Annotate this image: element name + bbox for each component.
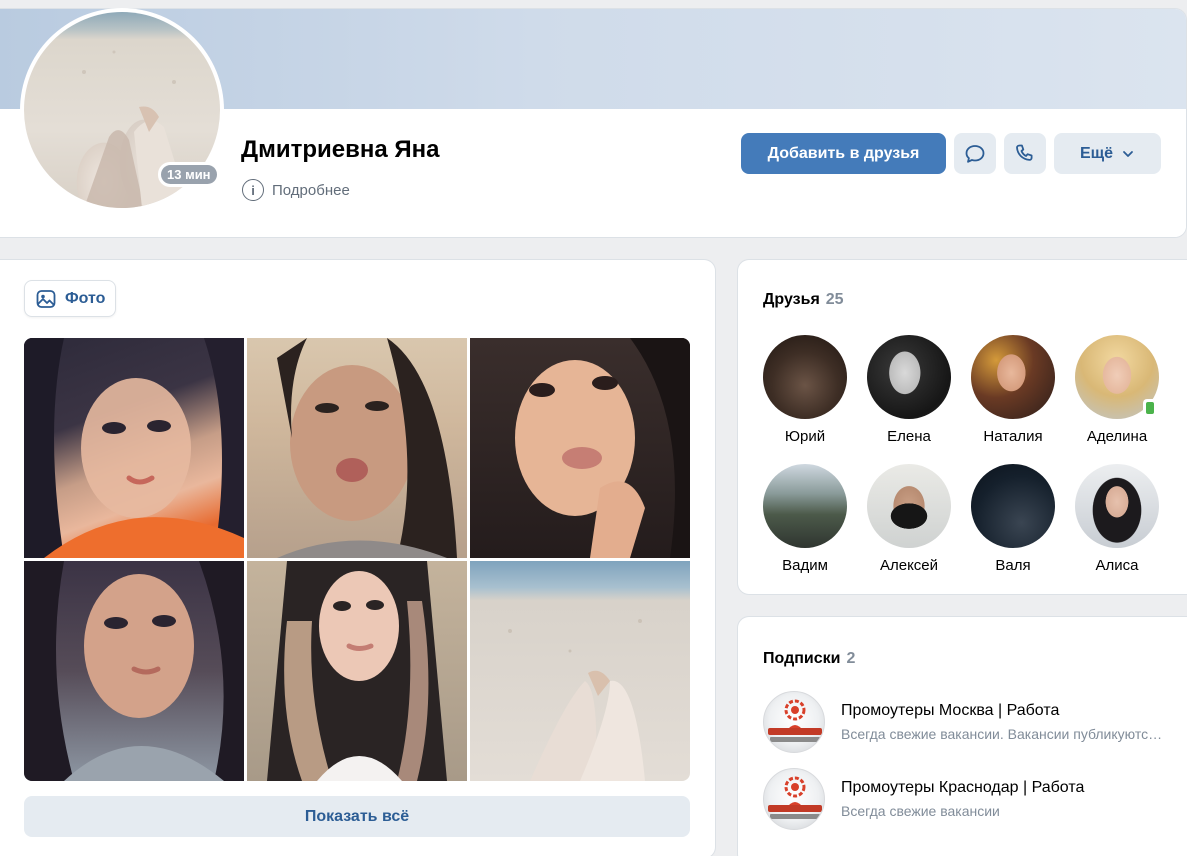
more-button-label: Ещё (1079, 144, 1114, 162)
friend-name: Елена (887, 428, 931, 445)
mobile-online-icon (1143, 399, 1157, 417)
friend-item[interactable]: Вадим (763, 464, 847, 574)
friend-name: Алексей (879, 557, 939, 574)
photo-image (277, 338, 457, 558)
photo-thumbnail[interactable] (247, 338, 467, 558)
photo-thumbnail[interactable] (24, 561, 244, 781)
friend-name: Юрий (784, 428, 826, 445)
subscription-name: Промоутеры Москва | Работа (841, 702, 1060, 719)
friends-header[interactable]: Друзья 25 (763, 291, 844, 309)
subscriptions-count: 2 (846, 650, 856, 667)
group-logo-icon (768, 776, 822, 819)
photo-image (267, 561, 447, 781)
subscription-description: Всегда свежие вакансии. Вакансии публику… (841, 726, 1163, 742)
more-info-link[interactable]: i Подробнее (242, 179, 350, 201)
subscription-text: Промоутеры Москва | Работа Всегда свежие… (841, 702, 1163, 742)
friends-title: Друзья (763, 291, 820, 308)
photo-image (508, 619, 645, 781)
profile-actions: Добавить в друзья Ещё (741, 133, 1161, 174)
avatar (867, 335, 951, 419)
avatar (971, 335, 1055, 419)
friend-item[interactable]: Алиса (1075, 464, 1159, 574)
subscriptions-card: Подписки 2 Промоутеры Москва | Работа Все… (737, 616, 1187, 856)
message-icon (965, 144, 985, 163)
photo-grid (24, 338, 690, 781)
friend-item[interactable]: Аделина (1075, 335, 1159, 445)
group-logo-icon (768, 699, 822, 742)
more-button[interactable]: Ещё (1054, 133, 1161, 174)
photo-image (24, 561, 244, 781)
friends-count: 25 (825, 291, 844, 308)
friends-card: Друзья 25 Юрий Елена Наталия Аделина Вади… (737, 259, 1187, 595)
profile-name: Дмитриевна Яна (241, 136, 440, 163)
group-avatar (763, 691, 825, 753)
avatar (763, 335, 847, 419)
photo-icon (36, 289, 56, 308)
subscription-description: Всегда свежие вакансии (841, 803, 1000, 819)
subscription-item[interactable]: Промоутеры Краснодар | Работа Всегда све… (763, 767, 1163, 831)
friend-item[interactable]: Наталия (971, 335, 1055, 445)
friends-grid: Юрий Елена Наталия Аделина Вадим Алексей… (763, 335, 1159, 574)
friend-name: Алиса (1095, 557, 1139, 574)
friend-name: Валя (995, 557, 1031, 574)
last-seen-badge: 13 мин (158, 162, 220, 187)
friend-item[interactable]: Алексей (867, 464, 951, 574)
friend-item[interactable]: Валя (971, 464, 1055, 574)
photo-image (515, 338, 690, 558)
add-friend-button[interactable]: Добавить в друзья (741, 133, 946, 174)
photo-thumbnail[interactable] (24, 338, 244, 558)
photos-card: Фото Показать всё (0, 259, 716, 856)
avatar (1075, 335, 1159, 419)
avatar (1075, 464, 1159, 548)
show-all-photos-button[interactable]: Показать всё (24, 796, 690, 837)
photo-image (24, 338, 244, 558)
subscription-name: Промоутеры Краснодар | Работа (841, 779, 1085, 796)
photo-thumbnail[interactable] (247, 561, 467, 781)
friend-name: Наталия (983, 428, 1043, 445)
group-avatar (763, 768, 825, 830)
subscriptions-header[interactable]: Подписки 2 (763, 650, 855, 668)
subscriptions-title: Подписки (763, 650, 841, 667)
more-info-label: Подробнее (272, 181, 350, 199)
info-icon: i (242, 179, 264, 201)
avatar (971, 464, 1055, 548)
last-seen-text: 13 мин (161, 165, 217, 184)
avatar (867, 464, 951, 548)
phone-icon (1016, 144, 1033, 161)
friend-name: Вадим (782, 557, 828, 574)
tab-photos-label: Фото (65, 289, 106, 307)
message-button[interactable] (954, 133, 996, 174)
friend-item[interactable]: Юрий (763, 335, 847, 445)
photo-thumbnail[interactable] (470, 561, 690, 781)
friend-name: Аделина (1086, 428, 1148, 445)
avatar (763, 464, 847, 548)
call-button[interactable] (1004, 133, 1046, 174)
tab-photos[interactable]: Фото (24, 280, 117, 317)
photo-thumbnail[interactable] (470, 338, 690, 558)
chevron-down-icon (1123, 150, 1133, 157)
friend-item[interactable]: Елена (867, 335, 951, 445)
subscription-item[interactable]: Промоутеры Москва | Работа Всегда свежие… (763, 690, 1163, 754)
subscription-text: Промоутеры Краснодар | Работа Всегда све… (841, 779, 1163, 819)
